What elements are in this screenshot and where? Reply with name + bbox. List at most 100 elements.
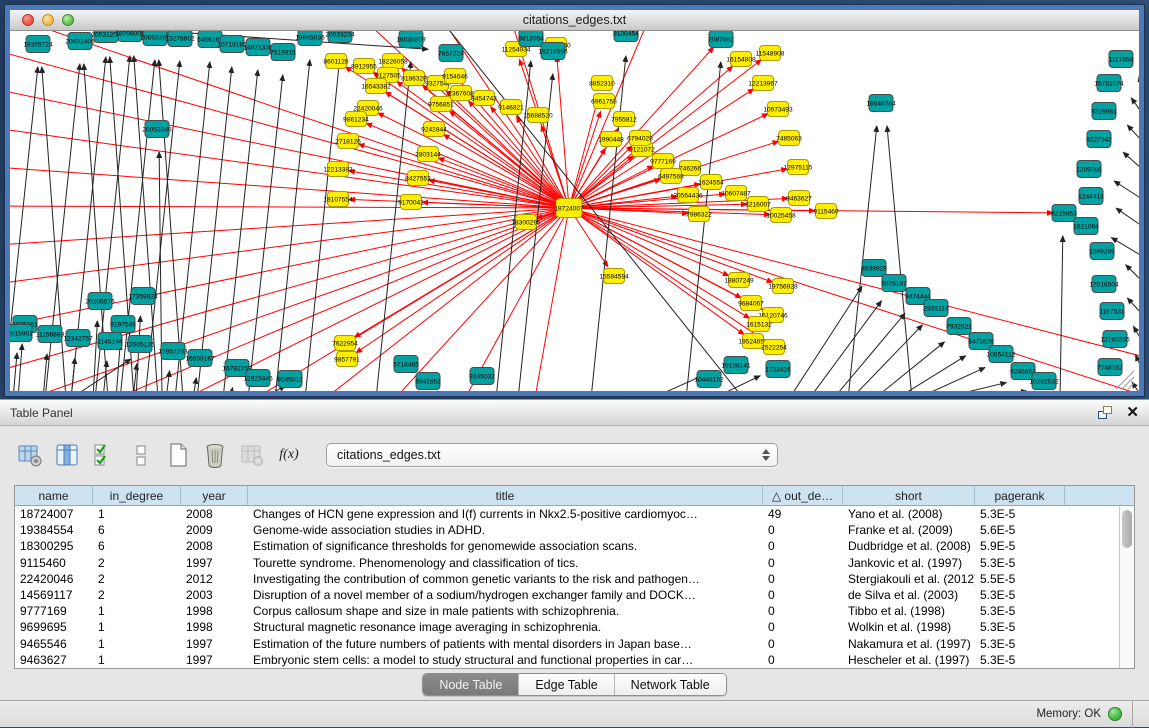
table-row[interactable]: 969969511998Structural magnetic resonanc… xyxy=(15,619,1134,635)
table-cell[interactable]: 19384554 xyxy=(15,522,93,538)
table-cell[interactable]: 5.3E-5 xyxy=(975,587,1065,603)
table-cell[interactable]: 5.3E-5 xyxy=(975,652,1065,668)
delete-table-icon[interactable] xyxy=(201,441,229,469)
table-cell[interactable]: 9465546 xyxy=(15,636,93,652)
column-header-6[interactable]: pagerank xyxy=(975,486,1065,505)
table-cell[interactable]: Jankovic et al. (1997) xyxy=(843,555,975,571)
table-cell[interactable]: 5.3E-5 xyxy=(975,603,1065,619)
table-cell[interactable]: 5.5E-5 xyxy=(975,571,1065,587)
table-cell[interactable]: Yano et al. (2008) xyxy=(843,506,975,522)
table-cell[interactable]: 1998 xyxy=(181,619,248,635)
scrollbar-thumb[interactable] xyxy=(1122,510,1132,548)
table-cell[interactable]: 5.3E-5 xyxy=(975,555,1065,571)
table-cell[interactable]: 0 xyxy=(763,538,843,554)
table-row[interactable]: 946362711997Embryonic stem cells: a mode… xyxy=(15,652,1134,668)
table-cell[interactable]: Estimation of the future numbers of pati… xyxy=(248,636,763,652)
table-cell[interactable]: 14569117 xyxy=(15,587,93,603)
column-header-2[interactable]: year xyxy=(181,486,248,505)
table-cell[interactable]: 0 xyxy=(763,522,843,538)
close-panel-icon[interactable]: ✕ xyxy=(1126,405,1139,420)
column-header-4[interactable]: △ out_de… xyxy=(763,486,843,505)
table-cell[interactable]: 2 xyxy=(93,571,181,587)
table-cell[interactable]: Estimation of significance thresholds fo… xyxy=(248,538,763,554)
table-cell[interactable]: 0 xyxy=(763,555,843,571)
table-row[interactable]: 946554611997Estimation of the future num… xyxy=(15,636,1134,652)
table-cell[interactable]: Changes of HCN gene expression and I(f) … xyxy=(248,506,763,522)
table-cell[interactable]: 6 xyxy=(93,522,181,538)
table-cell[interactable]: 22420046 xyxy=(15,571,93,587)
table-row[interactable]: 911546021997Tourette syndrome. Phenomeno… xyxy=(15,555,1134,571)
table-cell[interactable]: 1 xyxy=(93,652,181,668)
table-cell[interactable]: 5.3E-5 xyxy=(975,619,1065,635)
table-cell[interactable]: 1997 xyxy=(181,652,248,668)
table-cell[interactable]: Nakamura et al. (1997) xyxy=(843,636,975,652)
table-cell[interactable]: 5.3E-5 xyxy=(975,636,1065,652)
network-window[interactable]: citations_edges.txt 86011288912955182260… xyxy=(5,5,1144,396)
table-cell[interactable]: 9115460 xyxy=(15,555,93,571)
table-cell[interactable]: 0 xyxy=(763,652,843,668)
table-cell[interactable]: 1997 xyxy=(181,636,248,652)
table-vertical-scrollbar[interactable] xyxy=(1119,506,1134,669)
network-window-titlebar[interactable]: citations_edges.txt xyxy=(10,10,1139,31)
table-cell[interactable]: 2008 xyxy=(181,538,248,554)
tab-edge-table[interactable]: Edge Table xyxy=(519,674,614,695)
table-cell[interactable]: 9463627 xyxy=(15,652,93,668)
table-cell[interactable]: 1 xyxy=(93,603,181,619)
table-cell[interactable]: 6 xyxy=(93,538,181,554)
network-canvas[interactable]: 8601128891295518226058912750581863281654… xyxy=(10,31,1139,391)
citation-network-graph[interactable]: 8601128891295518226058912750581863281654… xyxy=(10,31,1139,391)
column-header-3[interactable]: title xyxy=(248,486,763,505)
table-cell[interactable]: 49 xyxy=(763,506,843,522)
table-cell[interactable]: 2 xyxy=(93,555,181,571)
function-builder-icon[interactable]: f(x) xyxy=(275,441,303,469)
table-row[interactable]: 1456911722003Disruption of a novel membe… xyxy=(15,587,1134,603)
table-cell[interactable]: Investigating the contribution of common… xyxy=(248,571,763,587)
table-cell[interactable]: 5.3E-5 xyxy=(975,506,1065,522)
table-cell[interactable]: 2003 xyxy=(181,587,248,603)
column-header-1[interactable]: in_degree xyxy=(93,486,181,505)
table-cell[interactable]: Stergiakouli et al. (2012) xyxy=(843,571,975,587)
zoom-window-icon[interactable] xyxy=(62,14,74,26)
table-cell[interactable]: 0 xyxy=(763,619,843,635)
table-cell[interactable]: 1 xyxy=(93,506,181,522)
tab-network-table[interactable]: Network Table xyxy=(615,674,726,695)
select-all-icon[interactable] xyxy=(90,441,118,469)
new-table-icon[interactable] xyxy=(164,441,192,469)
table-cell[interactable]: Embryonic stem cells: a model to study s… xyxy=(248,652,763,668)
table-row[interactable]: 2242004622012Investigating the contribut… xyxy=(15,571,1134,587)
minimize-window-icon[interactable] xyxy=(42,14,54,26)
table-selector-dropdown[interactable]: citations_edges.txt xyxy=(326,443,778,467)
table-cell[interactable]: 1998 xyxy=(181,603,248,619)
table-cell[interactable]: Hescheler et al. (1997) xyxy=(843,652,975,668)
table-cell[interactable]: Wolkin et al. (1998) xyxy=(843,619,975,635)
table-cell[interactable]: Franke et al. (2009) xyxy=(843,522,975,538)
table-row[interactable]: 1830029562008Estimation of significance … xyxy=(15,538,1134,554)
table-cell[interactable]: de Silva et al. (2003) xyxy=(843,587,975,603)
table-cell[interactable]: 2 xyxy=(93,587,181,603)
table-cell[interactable]: 9699695 xyxy=(15,619,93,635)
column-header-5[interactable]: short xyxy=(843,486,975,505)
window-resize-grip-icon[interactable] xyxy=(1128,383,1134,389)
table-cell[interactable]: Disruption of a novel member of a sodium… xyxy=(248,587,763,603)
tab-node-table[interactable]: Node Table xyxy=(423,674,519,695)
close-window-icon[interactable] xyxy=(22,14,34,26)
table-row[interactable]: 977716911998Corpus callosum shape and si… xyxy=(15,603,1134,619)
table-cell[interactable]: Tibbo et al. (1998) xyxy=(843,603,975,619)
table-cell[interactable]: 5.9E-5 xyxy=(975,538,1065,554)
table-cell[interactable]: 2012 xyxy=(181,571,248,587)
table-cell[interactable]: 5.6E-5 xyxy=(975,522,1065,538)
table-cell[interactable]: Dudbridge et al. (2008) xyxy=(843,538,975,554)
table-settings-icon[interactable] xyxy=(16,441,44,469)
table-panel-header[interactable]: Table Panel ✕ xyxy=(0,400,1149,426)
table-cell[interactable]: Tourette syndrome. Phenomenology and cla… xyxy=(248,555,763,571)
table-cell[interactable]: 0 xyxy=(763,636,843,652)
table-cell[interactable]: Structural magnetic resonance image aver… xyxy=(248,619,763,635)
column-header-0[interactable]: name xyxy=(15,486,93,505)
float-panel-icon[interactable] xyxy=(1098,406,1112,419)
table-row[interactable]: 1872400712008Changes of HCN gene express… xyxy=(15,506,1134,522)
table-cell[interactable]: 2009 xyxy=(181,522,248,538)
table-cell[interactable]: 18300295 xyxy=(15,538,93,554)
table-cell[interactable]: 1 xyxy=(93,619,181,635)
table-cell[interactable]: 9777169 xyxy=(15,603,93,619)
table-cell[interactable]: 0 xyxy=(763,603,843,619)
